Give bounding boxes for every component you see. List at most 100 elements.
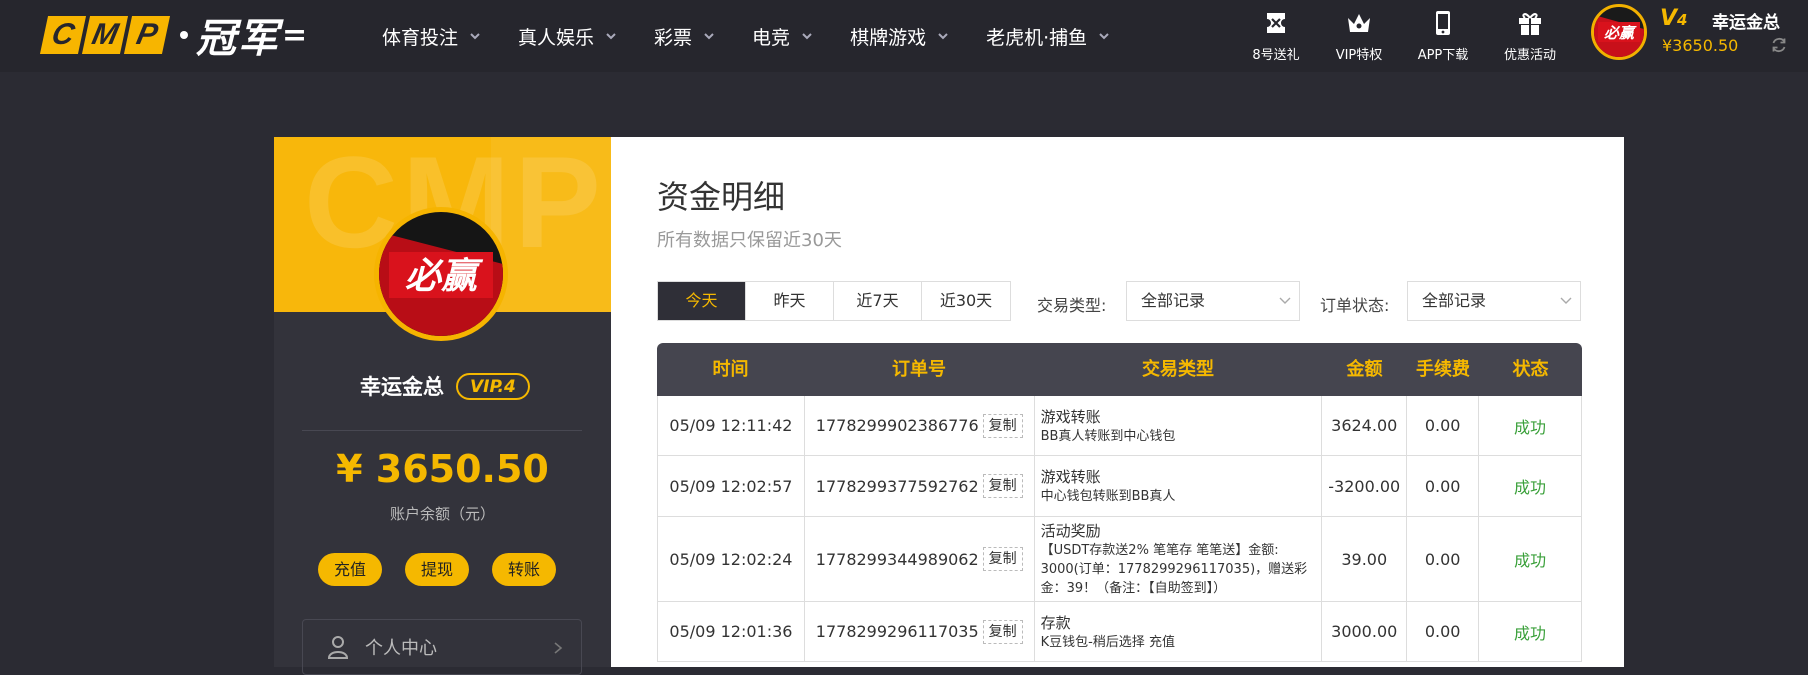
transaction-detail: K豆钱包-稍后选择 充值 <box>1040 634 1175 650</box>
status-badge: 成功 <box>1514 478 1547 497</box>
cell-status: 成功 <box>1479 396 1582 455</box>
vip-level-indicator: V4 <box>1660 6 1687 31</box>
tab-last-7-days[interactable]: 近7天 <box>834 282 922 320</box>
fund-details-panel: 资金明细 所有数据只保留近30天 今天 昨天 近7天 近30天 交易类型: 全部… <box>657 137 1583 667</box>
column-header-order: 订单号 <box>892 359 946 380</box>
quick-link-gift-8[interactable]: 8号送礼 <box>1231 8 1321 63</box>
profile-user: 幸运金总 VIP.4 <box>360 371 530 401</box>
nav-item-lottery[interactable]: 彩票 <box>654 23 716 50</box>
order-number: 1778299902386776 <box>815 416 979 435</box>
quick-link-label: 优惠活动 <box>1503 48 1556 63</box>
crown-icon <box>1348 14 1370 32</box>
wallet-actions: 充值 提现 转账 <box>318 553 579 586</box>
header-username[interactable]: 幸运金总 <box>1712 8 1780 33</box>
deposit-button[interactable]: 充值 <box>318 553 382 586</box>
site-logo[interactable]: C M P 冠军 = <box>39 15 307 62</box>
copy-button[interactable]: 复制 <box>982 619 1023 644</box>
banner-stripe <box>491 137 611 312</box>
cell-type: 游戏转账 BB真人转账到中心钱包 <box>1035 396 1323 455</box>
order-number: 1778299377592762 <box>815 476 979 496</box>
chevron-right-icon <box>554 642 563 654</box>
cell-order: 1778299377592762 复制 <box>805 456 1035 516</box>
divider <box>302 430 582 431</box>
nav-item-sports[interactable]: 体育投注 <box>382 23 482 50</box>
status-badge: 成功 <box>1514 417 1547 437</box>
header-balance: ¥3650.50 <box>1662 36 1739 55</box>
gift-icon <box>1519 13 1541 35</box>
cell-amount: 39.00 <box>1322 517 1408 601</box>
order-number: 1778299344989062 <box>815 549 979 569</box>
nav-item-card-games[interactable]: 棋牌游戏 <box>850 23 950 50</box>
cell-order: 1778299902386776 复制 <box>805 396 1035 455</box>
cell-type: 存款 K豆钱包-稍后选择 充值 <box>1035 602 1323 661</box>
page-subtitle: 所有数据只保留近30天 <box>657 230 842 251</box>
copy-button[interactable]: 复制 <box>982 474 1023 498</box>
chevron-down-icon <box>802 33 812 40</box>
chevron-down-icon <box>1099 33 1109 40</box>
account-card: CMP 必赢 幸运金总 VIP.4 ¥ 3650.50 账户余额（元） 充值 提… <box>274 137 1624 675</box>
nav-item-slots-fishing[interactable]: 老虎机·捕鱼 <box>986 23 1111 50</box>
chevron-down-icon <box>470 33 480 40</box>
nav-item-esports[interactable]: 电竞 <box>752 23 814 50</box>
top-header: C M P 冠军 = 体育投注 真人娱乐 彩票 电竞 棋牌游戏 老虎机·捕鱼 8… <box>0 0 1808 72</box>
tab-yesterday[interactable]: 昨天 <box>746 282 834 320</box>
column-header-time: 时间 <box>712 359 749 380</box>
ticket-icon <box>1267 13 1285 33</box>
cell-order: 1778299296117035 复制 <box>805 602 1035 661</box>
status-filter-label: 订单状态: <box>1320 296 1390 315</box>
type-filter-label: 交易类型: <box>1037 296 1107 315</box>
copy-button[interactable]: 复制 <box>982 547 1023 571</box>
cell-fee: 0.00 <box>1407 517 1480 601</box>
logo-letter: M <box>81 16 129 54</box>
transaction-type: 存款 <box>1040 613 1071 632</box>
vip-badge: VIP.4 <box>456 372 530 400</box>
transactions-table: 时间 订单号 交易类型 金额 手续费 状态 05/09 12:11:42 177… <box>657 343 1583 662</box>
vip-level-letter: V <box>1660 6 1678 31</box>
cell-time: 05/09 12:02:24 <box>658 517 805 601</box>
page-title: 资金明细 <box>657 178 786 216</box>
quick-link-app[interactable]: APP下载 <box>1398 8 1488 63</box>
profile-avatar[interactable]: 必赢 <box>374 207 508 341</box>
quick-link-promotions[interactable]: 优惠活动 <box>1485 8 1575 63</box>
status-filter-select[interactable]: 全部记录 <box>1407 281 1581 321</box>
profile-username: 幸运金总 <box>360 375 444 399</box>
transaction-detail: 【USDT存款送2% 笔笔存 笔笔送】金额: 3000(订单：177829929… <box>1040 543 1308 596</box>
type-filter-select[interactable]: 全部记录 <box>1126 281 1300 321</box>
tab-today[interactable]: 今天 <box>658 282 746 320</box>
status-badge: 成功 <box>1514 551 1547 570</box>
nav-label: 彩票 <box>654 26 693 49</box>
cell-fee: 0.00 <box>1407 396 1480 455</box>
user-avatar[interactable]: 必赢 <box>1591 4 1647 60</box>
nav-label: 真人娱乐 <box>518 26 595 49</box>
table-row: 05/09 12:02:24 1778299344989062 复制 活动奖励 … <box>657 517 1583 602</box>
quick-link-vip[interactable]: VIP特权 <box>1314 8 1404 63</box>
copy-button[interactable]: 复制 <box>982 413 1023 438</box>
quick-link-label: 8号送礼 <box>1252 48 1300 63</box>
cell-amount: -3200.00 <box>1322 456 1408 516</box>
phone-icon <box>1436 11 1450 35</box>
nav-label: 体育投注 <box>382 26 459 49</box>
nav-label: 电竞 <box>752 26 791 49</box>
tab-last-30-days[interactable]: 近30天 <box>922 282 1010 320</box>
cell-status: 成功 <box>1479 517 1583 601</box>
transfer-button[interactable]: 转账 <box>492 553 556 586</box>
nav-item-live-casino[interactable]: 真人娱乐 <box>518 23 618 50</box>
withdraw-button[interactable]: 提现 <box>405 553 469 586</box>
transaction-detail: BB真人转账到中心钱包 <box>1040 428 1176 444</box>
account-balance: ¥ 3650.50 <box>336 447 549 491</box>
cell-order: 1778299344989062 复制 <box>805 517 1035 601</box>
cell-status: 成功 <box>1479 456 1582 516</box>
logo-letter: C <box>39 16 87 54</box>
select-value: 全部记录 <box>1141 291 1206 310</box>
status-badge: 成功 <box>1514 623 1547 643</box>
cell-amount: 3624.00 <box>1322 396 1408 455</box>
column-header-type: 交易类型 <box>1142 359 1214 380</box>
logo-dot <box>180 31 188 39</box>
chevron-down-icon <box>938 33 948 40</box>
order-number: 1778299296117035 <box>815 622 979 641</box>
refresh-icon[interactable] <box>1770 36 1788 54</box>
main-nav: 体育投注 真人娱乐 彩票 电竞 棋牌游戏 老虎机·捕鱼 <box>382 0 1147 72</box>
avatar-logo-icon: 必赢 <box>379 232 503 336</box>
table-row: 05/09 12:02:57 1778299377592762 复制 游戏转账 … <box>657 456 1582 517</box>
cell-fee: 0.00 <box>1407 456 1480 516</box>
